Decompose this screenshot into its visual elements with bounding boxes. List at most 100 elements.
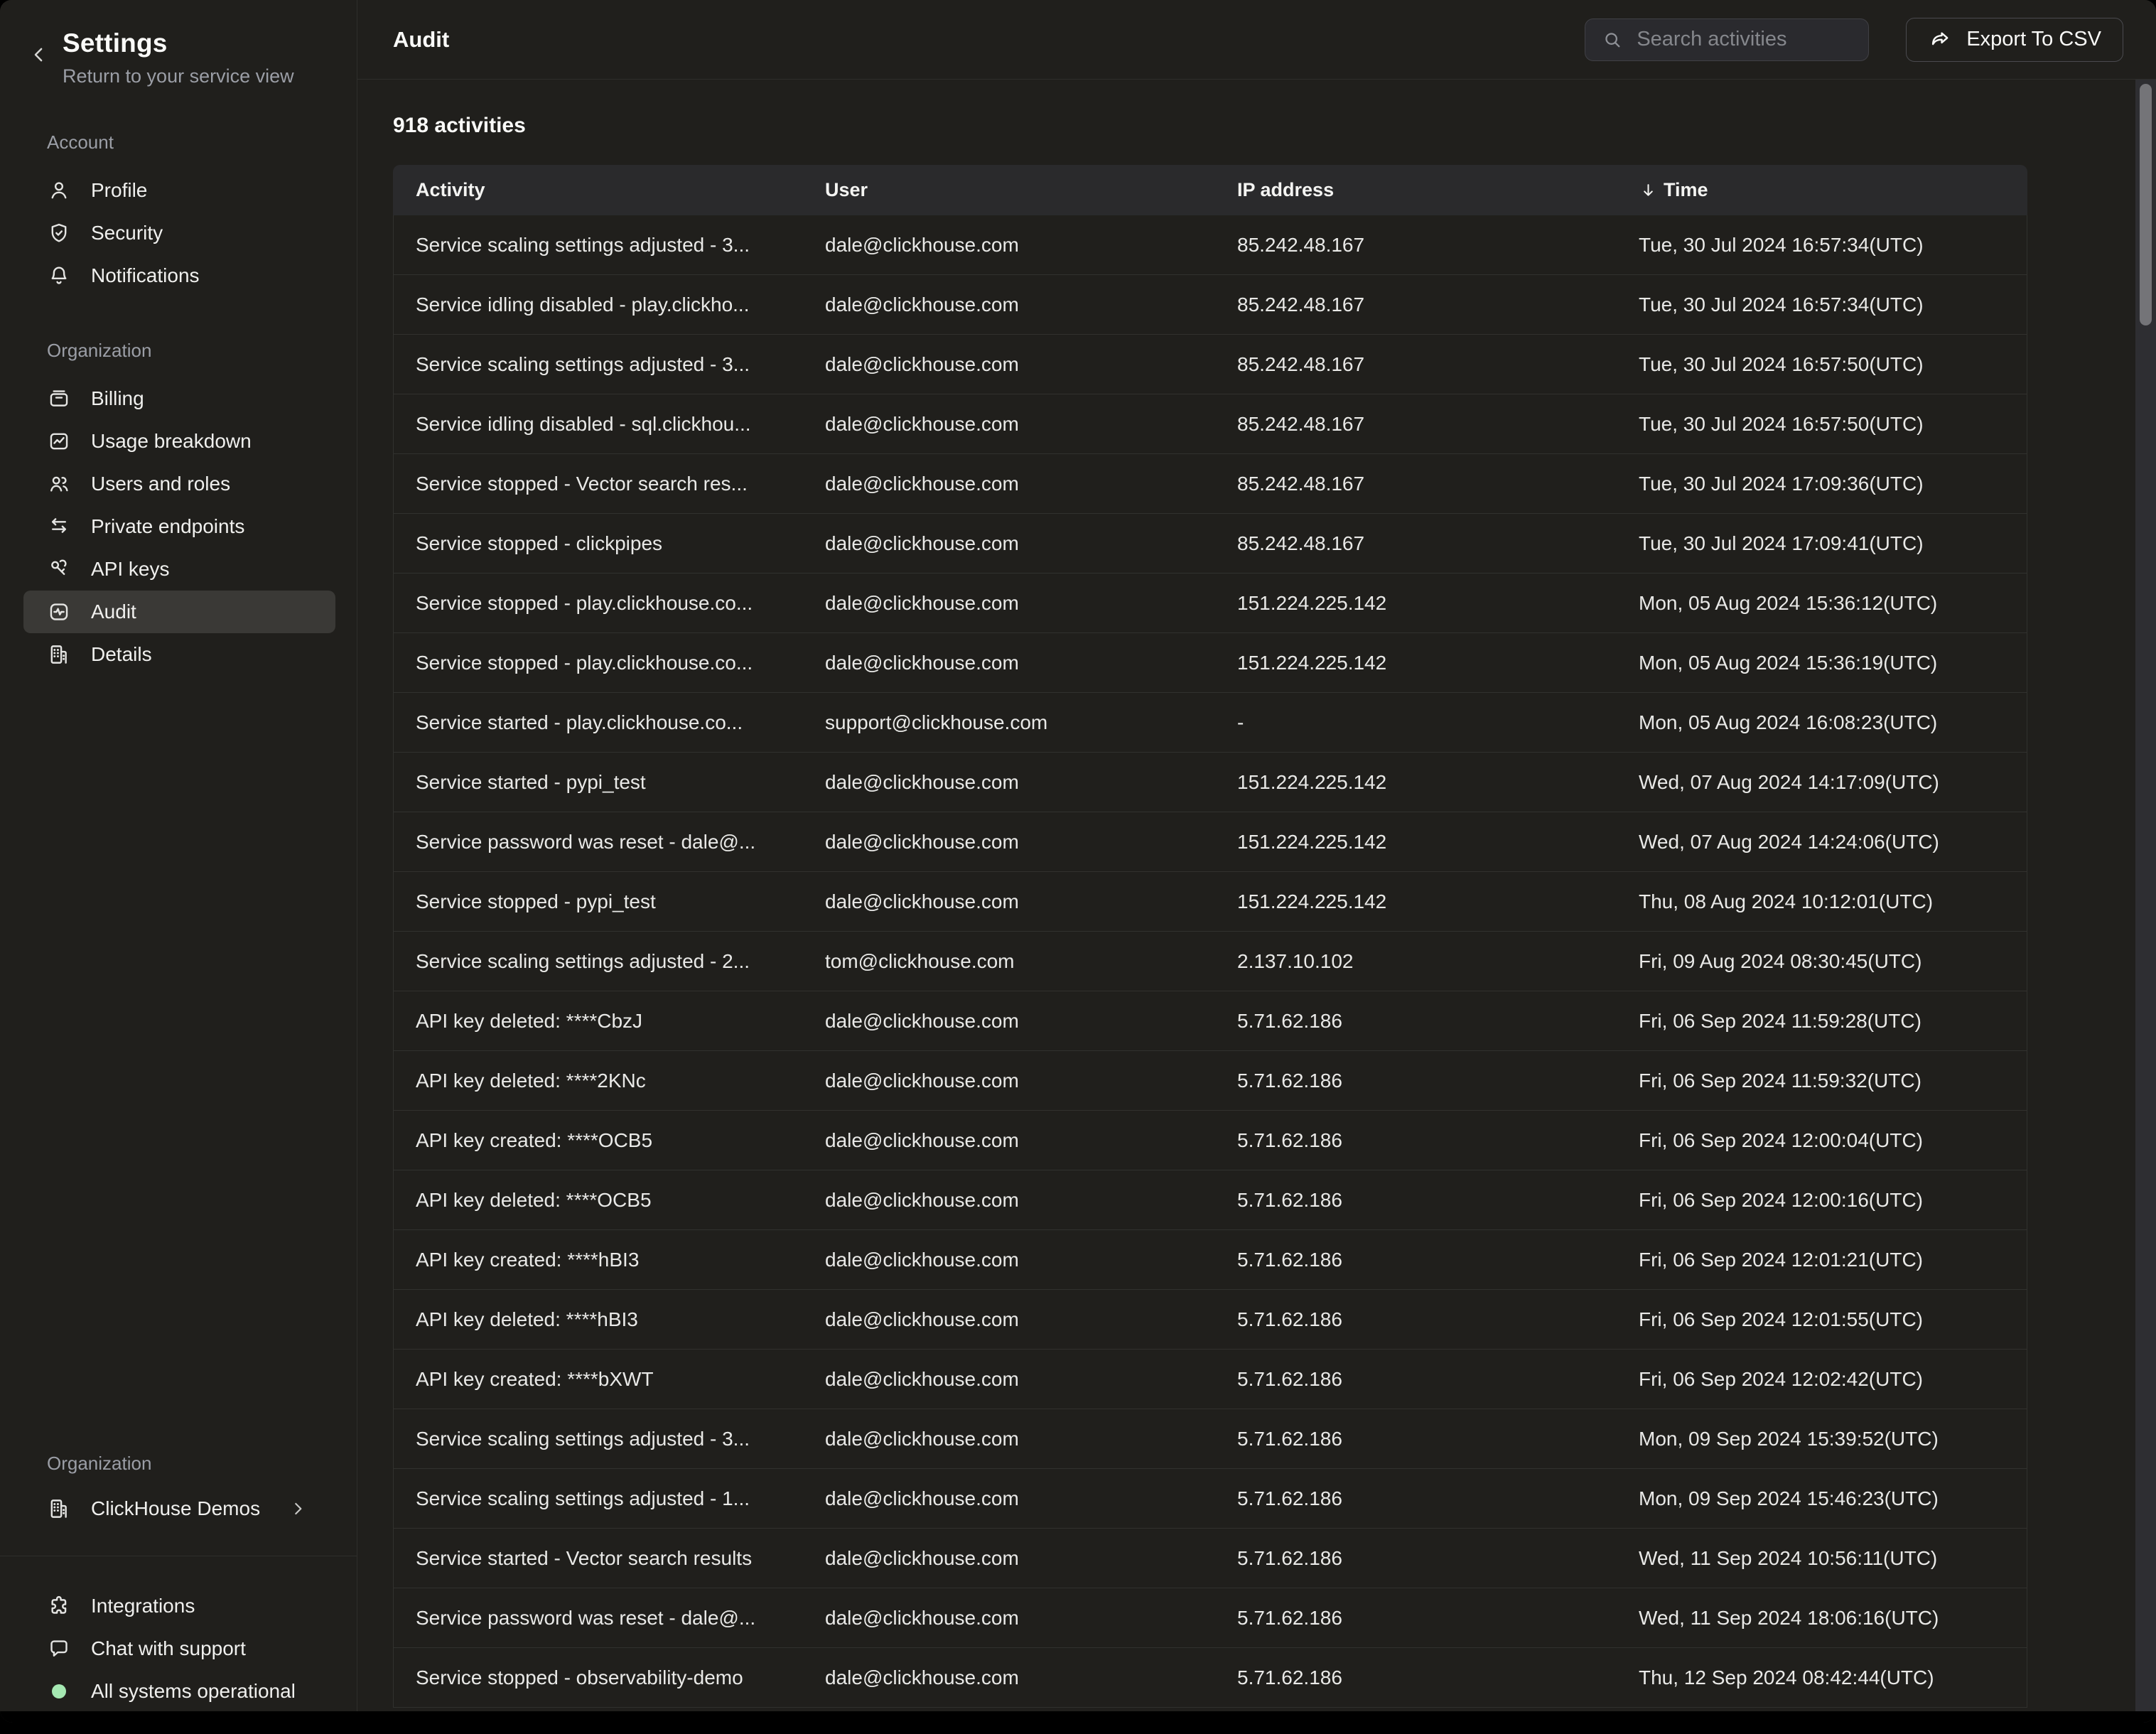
- column-header-ip[interactable]: IP address: [1237, 179, 1639, 201]
- vertical-scrollbar[interactable]: [2135, 80, 2156, 1723]
- cell-time: Mon, 05 Aug 2024 15:36:12(UTC): [1639, 592, 2027, 615]
- table-row[interactable]: Service stopped - observability-demo dal…: [394, 1648, 2027, 1708]
- cell-activity: Service stopped - pypi_test: [394, 890, 825, 913]
- table-row[interactable]: Service started - Vector search results …: [394, 1529, 2027, 1588]
- activities-count: 918 activities: [393, 114, 2156, 138]
- table-row[interactable]: API key created: ****hBI3 dale@clickhous…: [394, 1230, 2027, 1290]
- sidebar-item-notifications[interactable]: Notifications: [23, 254, 335, 297]
- table-row[interactable]: Service stopped - Vector search res... d…: [394, 454, 2027, 514]
- cell-ip: 85.242.48.167: [1237, 353, 1639, 376]
- org-switcher[interactable]: ClickHouse Demos: [23, 1487, 335, 1530]
- sidebar-item-users-and-roles[interactable]: Users and roles: [23, 463, 335, 505]
- search-box[interactable]: [1585, 18, 1869, 61]
- section-label-org-switcher: Organization: [0, 1453, 357, 1475]
- sidebar-item-label: Private endpoints: [91, 515, 244, 538]
- cell-time: Fri, 06 Sep 2024 12:00:04(UTC): [1639, 1129, 2027, 1152]
- table-row[interactable]: Service stopped - play.clickhouse.co... …: [394, 573, 2027, 633]
- cell-activity: Service password was reset - dale@...: [394, 831, 825, 853]
- keys-icon: [47, 557, 71, 581]
- cell-time: Fri, 06 Sep 2024 12:00:16(UTC): [1639, 1189, 2027, 1212]
- cell-activity: Service stopped - observability-demo: [394, 1666, 825, 1689]
- cell-activity: Service stopped - play.clickhouse.co...: [394, 592, 825, 615]
- table-row[interactable]: API key deleted: ****CbzJ dale@clickhous…: [394, 991, 2027, 1051]
- table-row[interactable]: API key deleted: ****OCB5 dale@clickhous…: [394, 1170, 2027, 1230]
- column-header-time[interactable]: Time: [1639, 179, 2027, 201]
- table-row[interactable]: Service scaling settings adjusted - 1...…: [394, 1469, 2027, 1529]
- export-csv-button[interactable]: Export To CSV: [1906, 18, 2123, 62]
- cell-user: dale@clickhouse.com: [825, 294, 1237, 316]
- cell-activity: Service idling disabled - play.clickho..…: [394, 294, 825, 316]
- table-row[interactable]: Service scaling settings adjusted - 2...…: [394, 932, 2027, 991]
- cell-time: Thu, 08 Aug 2024 10:12:01(UTC): [1639, 890, 2027, 913]
- cell-activity: Service scaling settings adjusted - 2...: [394, 950, 825, 973]
- cell-activity: API key deleted: ****CbzJ: [394, 1010, 825, 1033]
- sidebar-item-security[interactable]: Security: [23, 212, 335, 254]
- table-row[interactable]: API key created: ****bXWT dale@clickhous…: [394, 1350, 2027, 1409]
- sidebar-item-label: Notifications: [91, 264, 200, 287]
- puzzle-icon: [47, 1594, 71, 1618]
- sidebar-item-integrations[interactable]: Integrations: [23, 1585, 335, 1627]
- back-button[interactable]: [28, 44, 50, 65]
- sidebar-item-label: Security: [91, 222, 163, 244]
- audit-icon: [47, 600, 71, 624]
- table-row[interactable]: Service stopped - pypi_test dale@clickho…: [394, 872, 2027, 932]
- cell-user: dale@clickhouse.com: [825, 234, 1237, 257]
- table-row[interactable]: API key deleted: ****hBI3 dale@clickhous…: [394, 1290, 2027, 1350]
- cell-ip: 151.224.225.142: [1237, 831, 1639, 853]
- audit-content: 918 activities Activity User IP address …: [357, 80, 2156, 1723]
- cell-ip: 2.137.10.102: [1237, 950, 1639, 973]
- section-label-organization: Organization: [0, 340, 357, 362]
- column-header-activity[interactable]: Activity: [393, 179, 825, 201]
- sidebar-item-label: Usage breakdown: [91, 430, 252, 453]
- cell-ip: -: [1237, 711, 1639, 734]
- table-row[interactable]: Service started - play.clickhouse.co... …: [394, 693, 2027, 753]
- table-row[interactable]: API key created: ****OCB5 dale@clickhous…: [394, 1111, 2027, 1170]
- sidebar-item-api-keys[interactable]: API keys: [23, 548, 335, 591]
- cell-ip: 5.71.62.186: [1237, 1666, 1639, 1689]
- sidebar-item-usage-breakdown[interactable]: Usage breakdown: [23, 420, 335, 463]
- cell-time: Fri, 09 Aug 2024 08:30:45(UTC): [1639, 950, 2027, 973]
- search-input[interactable]: [1637, 28, 1853, 51]
- topbar: Audit Export To CSV: [357, 0, 2156, 80]
- cell-ip: 85.242.48.167: [1237, 294, 1639, 316]
- cell-user: support@clickhouse.com: [825, 711, 1237, 734]
- table-row[interactable]: Service stopped - play.clickhouse.co... …: [394, 633, 2027, 693]
- cell-user: tom@clickhouse.com: [825, 950, 1237, 973]
- table-row[interactable]: Service idling disabled - play.clickho..…: [394, 275, 2027, 335]
- table-row[interactable]: Service idling disabled - sql.clickhou..…: [394, 394, 2027, 454]
- cell-time: Fri, 06 Sep 2024 12:01:55(UTC): [1639, 1308, 2027, 1331]
- table-row[interactable]: API key deleted: ****2KNc dale@clickhous…: [394, 1051, 2027, 1111]
- table-row[interactable]: Service started - pypi_test dale@clickho…: [394, 753, 2027, 812]
- table-row[interactable]: Service stopped - clickpipes dale@clickh…: [394, 514, 2027, 573]
- table-row[interactable]: Service password was reset - dale@... da…: [394, 812, 2027, 872]
- cell-user: dale@clickhouse.com: [825, 1547, 1237, 1570]
- chevron-left-icon: [28, 44, 50, 65]
- cell-user: dale@clickhouse.com: [825, 890, 1237, 913]
- sidebar-item-billing[interactable]: Billing: [23, 377, 335, 420]
- cell-ip: 5.71.62.186: [1237, 1428, 1639, 1450]
- table-row[interactable]: Service scaling settings adjusted - 3...…: [394, 335, 2027, 394]
- column-header-user[interactable]: User: [825, 179, 1237, 201]
- sidebar-item-label: Chat with support: [91, 1637, 246, 1660]
- sidebar-item-details[interactable]: Details: [23, 633, 335, 676]
- cell-user: dale@clickhouse.com: [825, 831, 1237, 853]
- table-row[interactable]: Service password was reset - dale@... da…: [394, 1588, 2027, 1648]
- cell-ip: 5.71.62.186: [1237, 1308, 1639, 1331]
- sidebar-item-audit[interactable]: Audit: [23, 591, 335, 633]
- sidebar-item-chat-with-support[interactable]: Chat with support: [23, 1627, 335, 1670]
- table-row[interactable]: Service scaling settings adjusted - 3...…: [394, 1409, 2027, 1469]
- cell-time: Wed, 07 Aug 2024 14:24:06(UTC): [1639, 831, 2027, 853]
- cell-user: dale@clickhouse.com: [825, 592, 1237, 615]
- sidebar-header: Settings Return to your service view: [0, 0, 357, 87]
- cell-user: dale@clickhouse.com: [825, 473, 1237, 495]
- table-row[interactable]: Service scaling settings adjusted - 3...…: [394, 215, 2027, 275]
- cell-activity: API key created: ****bXWT: [394, 1368, 825, 1391]
- sidebar-item-private-endpoints[interactable]: Private endpoints: [23, 505, 335, 548]
- sidebar-item-profile[interactable]: Profile: [23, 169, 335, 212]
- scrollbar-thumb[interactable]: [2140, 84, 2152, 325]
- main-panel: Audit Export To CSV 918 activities: [357, 0, 2156, 1723]
- cell-activity: Service scaling settings adjusted - 3...: [394, 234, 825, 257]
- cell-user: dale@clickhouse.com: [825, 1070, 1237, 1092]
- sidebar-item-system-status[interactable]: All systems operational: [23, 1670, 335, 1713]
- cell-time: Tue, 30 Jul 2024 17:09:41(UTC): [1639, 532, 2027, 555]
